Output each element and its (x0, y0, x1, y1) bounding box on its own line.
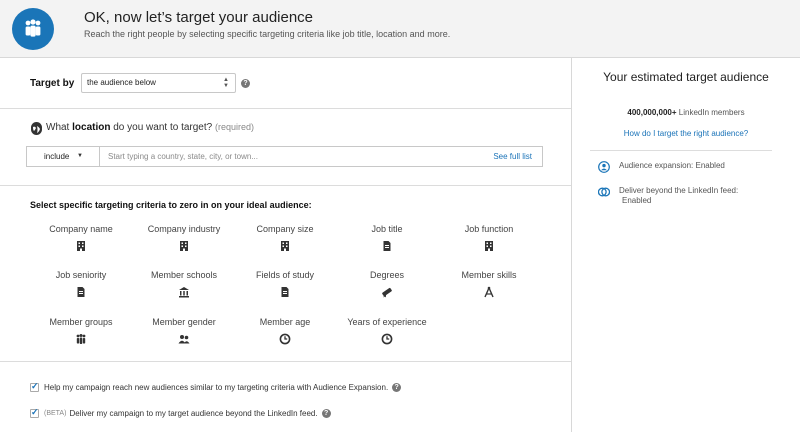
location-section: What location do you want to target? (re… (0, 109, 571, 186)
estimate-title: Your estimated target audience (603, 70, 769, 84)
beyond-feed-label: Deliver my campaign to my target audienc… (69, 409, 318, 418)
target-help-link[interactable]: How do I target the right audience? (572, 129, 800, 138)
criteria-member-gender[interactable]: Member gender (132, 317, 236, 345)
target-by-select[interactable]: the audience below ▲ ▼ (81, 73, 236, 93)
clock-icon (381, 333, 393, 345)
audience-expansion-label: Help my campaign reach new audiences sim… (44, 383, 389, 392)
criteria-label: Member skills (461, 270, 517, 280)
location-question-keyword: location (72, 122, 111, 133)
globe-icon (31, 122, 42, 135)
beyond-feed-status-text: Deliver beyond the LinkedIn feed: Enable… (619, 186, 738, 206)
audience-count: 400,000,000+ LinkedIn members (572, 108, 800, 117)
criteria-company-size[interactable]: Company size (233, 224, 337, 252)
estimate-panel: Your estimated target audience 400,000,0… (572, 58, 800, 432)
criteria-fields-of-study[interactable]: Fields of study (233, 270, 337, 298)
location-search-input[interactable] (108, 147, 478, 166)
document-icon (77, 287, 85, 297)
diploma-icon (382, 287, 392, 298)
criteria-member-schools[interactable]: Member schools (132, 270, 236, 298)
criteria-job-title[interactable]: Job title (335, 224, 439, 252)
include-label: include (44, 152, 70, 161)
criteria-label: Degrees (369, 270, 405, 280)
page-header: OK, now let’s target your audience Reach… (0, 0, 800, 58)
audience-logo-icon (12, 8, 54, 50)
criteria-label: Member groups (49, 317, 113, 327)
criteria-label: Company size (256, 224, 314, 234)
targeting-panel: Target by the audience below ▲ ▼ ? What l… (0, 58, 572, 432)
building-icon (281, 241, 289, 251)
gender-icon (178, 335, 190, 344)
criteria-company-name[interactable]: Company name (29, 224, 133, 252)
audience-expansion-status: Audience expansion: Enabled (598, 161, 725, 173)
building-icon (180, 241, 188, 251)
criteria-degrees[interactable]: Degrees (335, 270, 439, 298)
beyond-feed-status: Deliver beyond the LinkedIn feed: Enable… (598, 186, 738, 206)
compass-icon (484, 286, 494, 298)
location-question-suffix: do you want to target? (110, 122, 213, 133)
criteria-label: Member gender (152, 317, 216, 327)
group-icon (76, 334, 86, 344)
audience-expansion-icon (598, 161, 610, 173)
criteria-label: Years of experience (347, 317, 427, 327)
criteria-label: Job seniority (55, 270, 107, 280)
criteria-label: Job title (371, 224, 403, 234)
criteria-company-industry[interactable]: Company industry (132, 224, 236, 252)
location-question: What location do you want to target? (re… (46, 122, 254, 133)
include-dropdown[interactable]: include ▼ (27, 147, 100, 166)
criteria-member-groups[interactable]: Member groups (29, 317, 133, 345)
criteria-label: Company industry (147, 224, 221, 234)
target-by-label: Target by (30, 78, 75, 89)
criteria-job-seniority[interactable]: Job seniority (29, 270, 133, 298)
see-full-list-link[interactable]: See full list (493, 152, 532, 161)
beyond-feed-option: (BETA) Deliver my campaign to my target … (30, 407, 331, 418)
divider (590, 150, 772, 151)
audience-count-suffix: LinkedIn members (676, 108, 745, 117)
criteria-label: Fields of study (255, 270, 315, 280)
document-icon (383, 241, 391, 251)
criteria-member-skills[interactable]: Member skills (437, 270, 541, 298)
criteria-label: Company name (49, 224, 113, 234)
help-icon[interactable]: ? (321, 409, 331, 418)
target-by-value: the audience below (87, 78, 156, 87)
beyond-feed-status-line1: Deliver beyond the LinkedIn feed: (619, 186, 739, 195)
help-icon[interactable]: ? (392, 383, 402, 392)
beta-badge: (BETA) (44, 410, 67, 417)
audience-count-value: 400,000,000+ (627, 108, 677, 117)
criteria-section: Select specific targeting criteria to ze… (0, 186, 571, 362)
location-question-prefix: What (46, 122, 73, 133)
audience-expansion-checkbox[interactable] (30, 381, 39, 392)
beyond-feed-status-line2: Enabled (622, 196, 652, 205)
help-icon[interactable]: ? (241, 79, 250, 88)
school-icon (179, 287, 189, 298)
criteria-years-of-experience[interactable]: Years of experience (335, 317, 439, 345)
criteria-title: Select specific targeting criteria to ze… (30, 200, 312, 210)
required-note: (required) (214, 122, 254, 132)
location-input-group: include ▼ See full list (26, 146, 543, 167)
clock-icon (279, 333, 291, 345)
beyond-feed-icon (598, 187, 610, 197)
target-by-section: Target by the audience below ▲ ▼ ? (0, 58, 571, 109)
page-title: OK, now let’s target your audience (84, 9, 314, 26)
page-subtitle: Reach the right people by selecting spec… (84, 29, 451, 39)
audience-expansion-status-text: Audience expansion: Enabled (619, 161, 725, 170)
caret-down-icon: ▼ (77, 153, 83, 159)
document-icon (281, 287, 289, 297)
criteria-label: Member schools (150, 270, 218, 280)
building-icon (485, 241, 493, 251)
criteria-label: Job function (464, 224, 514, 234)
beyond-feed-checkbox[interactable] (30, 407, 39, 418)
building-icon (77, 241, 85, 251)
criteria-job-function[interactable]: Job function (437, 224, 541, 252)
audience-expansion-option: Help my campaign reach new audiences sim… (30, 381, 402, 392)
criteria-label: Member age (259, 317, 311, 327)
options-section: Help my campaign reach new audiences sim… (0, 362, 571, 432)
criteria-member-age[interactable]: Member age (233, 317, 337, 345)
select-arrows-icon: ▲ ▼ (223, 77, 229, 89)
